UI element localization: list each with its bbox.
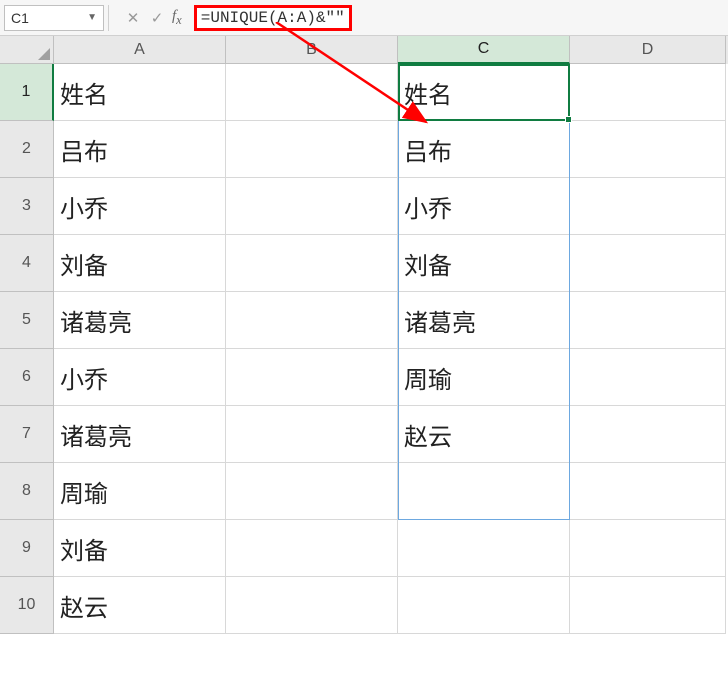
row-header[interactable]: 5 (0, 292, 54, 349)
cell[interactable]: 刘备 (398, 235, 570, 292)
cells-area: 姓名 姓名 吕布 吕布 小乔 小乔 刘备 刘备 (54, 64, 726, 634)
select-all-corner[interactable] (0, 36, 54, 64)
row-header[interactable]: 9 (0, 520, 54, 577)
grid-body: 1 2 3 4 5 6 7 8 9 10 姓名 姓名 吕布 吕布 (0, 64, 728, 634)
formula-input-wrap: =UNIQUE(A:A)&"" (194, 5, 724, 31)
cell[interactable] (570, 349, 726, 406)
fx-icon[interactable]: fx (172, 8, 182, 28)
row-header[interactable]: 1 (0, 64, 54, 121)
spreadsheet-grid: A B C D 1 2 3 4 5 6 7 8 9 10 姓名 姓名 吕布 (0, 36, 728, 634)
column-header-b[interactable]: B (226, 36, 398, 64)
cell[interactable]: 姓名 (54, 64, 226, 121)
cell[interactable] (226, 235, 398, 292)
formula-bar: C1 ▼ ✕ ✓ fx =UNIQUE(A:A)&"" (0, 0, 728, 36)
cell[interactable] (398, 463, 570, 520)
cell[interactable]: 刘备 (54, 520, 226, 577)
cell[interactable] (226, 178, 398, 235)
cell[interactable]: 小乔 (54, 178, 226, 235)
column-header-c[interactable]: C (398, 36, 570, 64)
cell[interactable]: 小乔 (54, 349, 226, 406)
cell[interactable]: 诸葛亮 (54, 406, 226, 463)
cell[interactable]: 赵云 (54, 577, 226, 634)
cell[interactable] (226, 292, 398, 349)
cell[interactable] (226, 349, 398, 406)
cell[interactable] (570, 64, 726, 121)
row-header[interactable]: 3 (0, 178, 54, 235)
chevron-down-icon[interactable]: ▼ (87, 12, 97, 23)
formula-buttons: ✕ ✓ fx (118, 8, 188, 28)
cell[interactable]: 姓名 (398, 64, 570, 121)
cancel-icon[interactable]: ✕ (124, 9, 142, 27)
cell[interactable]: 刘备 (54, 235, 226, 292)
cell[interactable] (226, 64, 398, 121)
column-header-a[interactable]: A (54, 36, 226, 64)
separator (108, 5, 114, 31)
column-header-d[interactable]: D (570, 36, 726, 64)
row-header[interactable]: 2 (0, 121, 54, 178)
cell[interactable] (570, 520, 726, 577)
name-box[interactable]: C1 ▼ (4, 5, 104, 31)
cell[interactable] (226, 577, 398, 634)
row-headers: 1 2 3 4 5 6 7 8 9 10 (0, 64, 54, 634)
cell[interactable]: 赵云 (398, 406, 570, 463)
cell[interactable] (570, 406, 726, 463)
cell[interactable]: 诸葛亮 (54, 292, 226, 349)
cell[interactable] (570, 235, 726, 292)
cell[interactable] (570, 292, 726, 349)
cell[interactable]: 小乔 (398, 178, 570, 235)
cell[interactable]: 周瑜 (398, 349, 570, 406)
formula-input[interactable]: =UNIQUE(A:A)&"" (194, 5, 352, 31)
row-header[interactable]: 7 (0, 406, 54, 463)
cell[interactable]: 吕布 (54, 121, 226, 178)
cell[interactable] (226, 406, 398, 463)
cell[interactable]: 吕布 (398, 121, 570, 178)
row-header[interactable]: 4 (0, 235, 54, 292)
row-header[interactable]: 6 (0, 349, 54, 406)
cell[interactable] (570, 178, 726, 235)
cell[interactable] (570, 577, 726, 634)
cell[interactable] (398, 577, 570, 634)
row-header[interactable]: 10 (0, 577, 54, 634)
name-box-value: C1 (11, 10, 29, 26)
cell[interactable] (226, 463, 398, 520)
cell[interactable]: 周瑜 (54, 463, 226, 520)
enter-icon[interactable]: ✓ (148, 9, 166, 27)
cell[interactable] (226, 520, 398, 577)
cell[interactable] (570, 121, 726, 178)
cell[interactable] (398, 520, 570, 577)
cell[interactable] (226, 121, 398, 178)
column-headers: A B C D (0, 36, 728, 64)
cell[interactable] (570, 463, 726, 520)
cell[interactable]: 诸葛亮 (398, 292, 570, 349)
row-header[interactable]: 8 (0, 463, 54, 520)
